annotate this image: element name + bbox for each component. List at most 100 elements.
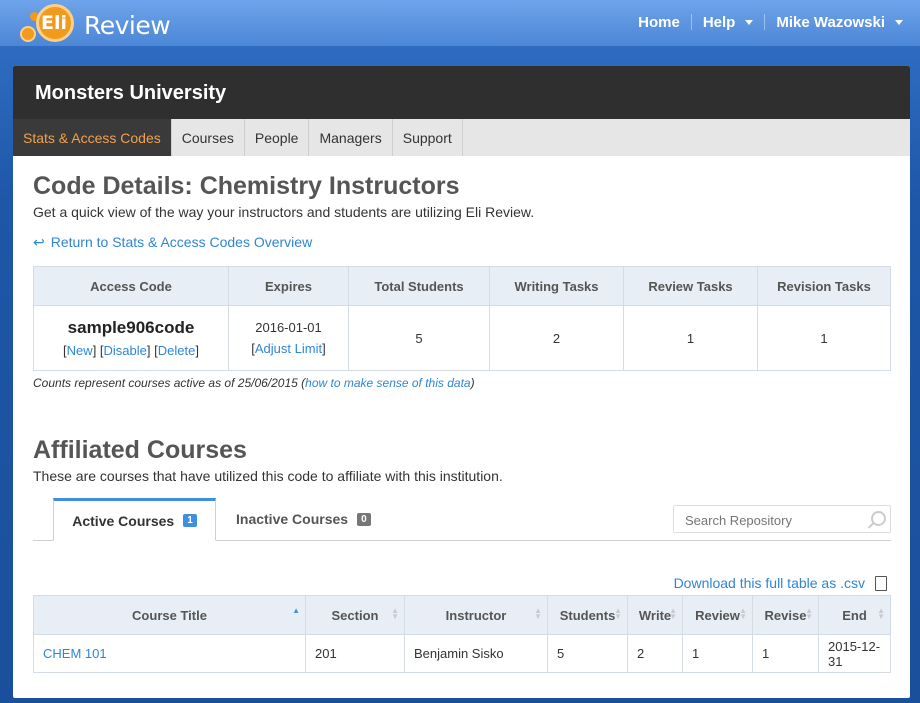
column-header-write[interactable]: Write ▲ ▼ (627, 595, 683, 635)
table-header-row: Course Title ▲ Section ▲ ▼ Instructor ▲ ▼ Stu… (33, 595, 891, 635)
help-label: Help (702, 13, 736, 31)
main-panel: Monsters University Stats & Access Codes… (13, 66, 910, 698)
adjust-limit-link[interactable]: Adjust Limit (255, 341, 322, 356)
courses-table: Course Title ▲ Section ▲ ▼ Instructor ▲ ▼ Stu… (33, 595, 891, 673)
count-badge: 0 (357, 512, 371, 526)
user-menu[interactable]: Mike Wazowski (765, 14, 920, 31)
code-actions: [New] [Disable] [Delete] (63, 343, 199, 358)
expires-date: 2016-01-01 (255, 320, 322, 335)
column-header-review[interactable]: Review ▲ ▼ (682, 595, 753, 635)
note-text: Counts represent courses active as of 25… (33, 376, 306, 390)
header-label: Write (638, 607, 672, 623)
new-code-link[interactable]: New (67, 343, 93, 358)
search-box (673, 505, 891, 533)
affiliated-courses-title: Affiliated Courses (33, 436, 247, 464)
back-link-label: Return to Stats & Access Codes Overview (50, 234, 313, 250)
sort-icon: ▲ ▼ (391, 606, 399, 621)
course-link[interactable]: CHEM 101 (43, 646, 107, 661)
return-arrow-icon: ↩ (33, 234, 45, 250)
access-code-cell: sample906code [New] [Disable] [Delete] (33, 305, 229, 371)
page-title: Code Details: Chemistry Instructors (33, 172, 460, 200)
header-label: End (842, 607, 867, 623)
code-stats-table: Access Code Expires Total Students Writi… (33, 266, 891, 371)
section-cell: 201 (305, 634, 405, 673)
tab-label: Active Courses (72, 512, 175, 529)
access-code: sample906code (67, 318, 195, 337)
column-header-section[interactable]: Section ▲ ▼ (305, 595, 405, 635)
column-header: Expires (228, 266, 349, 306)
table-header-row: Access Code Expires Total Students Writi… (33, 266, 891, 306)
tab-label: Inactive Courses (236, 511, 349, 527)
disable-code-link[interactable]: Disable (104, 343, 147, 358)
logo-review-text: Review (84, 11, 171, 40)
panel-header: Monsters University (13, 66, 910, 119)
column-header-course-title[interactable]: Course Title ▲ (33, 595, 306, 635)
expires-cell: 2016-01-01 [Adjust Limit] (228, 305, 349, 371)
delete-code-link[interactable]: Delete (158, 343, 196, 358)
affiliated-subtitle: These are courses that have utilized thi… (33, 468, 503, 484)
note-close: ) (470, 376, 475, 390)
revise-cell: 1 (752, 634, 819, 673)
tab-active-courses[interactable]: Active Courses 1 (53, 498, 216, 541)
download-csv-link[interactable]: Download this full table as .csv (674, 575, 887, 591)
tab-courses[interactable]: Courses (172, 119, 245, 156)
search-icon[interactable] (871, 511, 886, 526)
tab-stats-access-codes[interactable]: Stats & Access Codes (13, 119, 172, 156)
review-tasks-cell: 1 (623, 305, 758, 371)
column-header: Total Students (348, 266, 490, 306)
adjust-wrapper: [Adjust Limit] (251, 341, 326, 356)
tab-people[interactable]: People (245, 119, 310, 156)
header-label: Revise (764, 607, 807, 623)
eli-review-logo[interactable]: Eli Review (12, 2, 171, 46)
header-label: Instructor (445, 607, 507, 623)
chevron-down-icon (895, 19, 903, 25)
column-header-revise[interactable]: Revise ▲ ▼ (752, 595, 819, 635)
chevron-down-icon (745, 19, 754, 25)
sort-icon: ▲ ▼ (877, 606, 885, 621)
table-row: sample906code [New] [Disable] [Delete] 2… (33, 305, 891, 371)
column-header-students[interactable]: Students ▲ ▼ (547, 595, 628, 635)
sort-icon: ▲ ▼ (534, 606, 542, 621)
write-cell: 2 (627, 634, 683, 673)
download-label: Download this full table as .csv (673, 575, 865, 591)
search-input[interactable] (683, 507, 867, 533)
course-title-cell: CHEM 101 (33, 634, 306, 673)
header-label: Review (695, 607, 740, 623)
tab-inactive-courses[interactable]: Inactive Courses 0 (236, 498, 371, 540)
revision-tasks-cell: 1 (757, 305, 891, 371)
file-export-icon (875, 575, 887, 591)
column-header-end[interactable]: End ▲ ▼ (818, 595, 891, 635)
table-row: CHEM 101 201 Benjamin Sisko 5 2 1 1 2015… (33, 634, 891, 673)
sub-nav: Stats & Access Codes Courses People Mana… (13, 119, 910, 156)
review-cell: 1 (682, 634, 753, 673)
end-cell: 2015-12-31 (818, 634, 891, 673)
institution-title: Monsters University (35, 82, 227, 104)
page-subtitle: Get a quick view of the way your instruc… (33, 204, 535, 220)
sort-icon: ▲ ▼ (614, 606, 622, 621)
top-bar: Eli Review Home Help Mike Wazowski (0, 0, 920, 46)
students-cell: 5 (547, 634, 628, 673)
sort-icon: ▲ ▼ (805, 606, 813, 621)
header-label: Students (559, 607, 616, 623)
column-header: Review Tasks (623, 266, 758, 306)
instructor-cell: Benjamin Sisko (404, 634, 548, 673)
logo-dot-icon (20, 26, 36, 42)
writing-tasks-cell: 2 (489, 305, 624, 371)
header-label: Section (331, 607, 379, 623)
header-label: Course Title (132, 607, 207, 623)
back-link[interactable]: ↩ Return to Stats & Access Codes Overview (33, 234, 312, 251)
user-name: Mike Wazowski (776, 13, 885, 31)
column-header: Writing Tasks (489, 266, 624, 306)
top-nav: Home Help Mike Wazowski (627, 0, 920, 44)
sort-icon: ▲ ▼ (669, 606, 677, 621)
counts-note: Counts represent courses active as of 25… (33, 376, 475, 390)
tab-managers[interactable]: Managers (309, 119, 393, 156)
total-students-cell: 5 (348, 305, 490, 371)
column-header-instructor[interactable]: Instructor ▲ ▼ (404, 595, 548, 635)
column-header: Revision Tasks (757, 266, 891, 306)
help-menu[interactable]: Help (692, 14, 765, 31)
home-link[interactable]: Home (627, 14, 691, 31)
tab-support[interactable]: Support (393, 119, 463, 156)
help-data-link[interactable]: how to make sense of this data (305, 376, 470, 390)
column-header: Access Code (33, 266, 229, 306)
